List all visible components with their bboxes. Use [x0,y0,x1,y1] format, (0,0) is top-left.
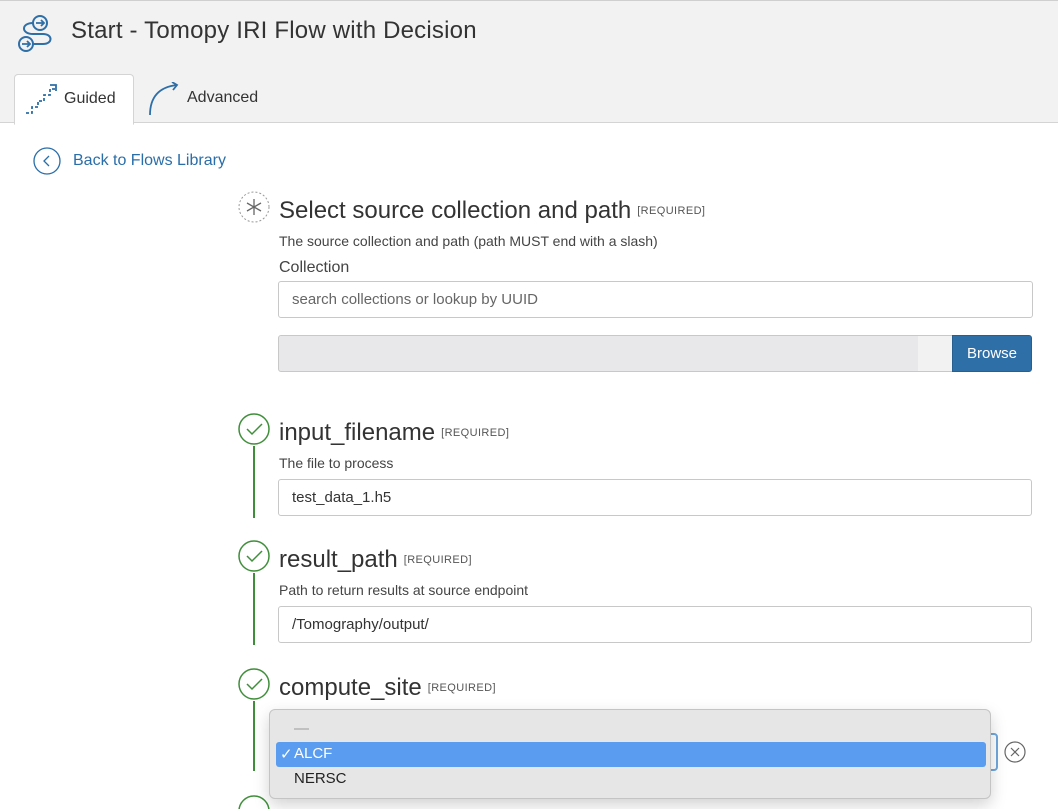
step-rail [253,446,255,518]
compute-site-dropdown: — ✓ ALCF NERSC [269,709,991,799]
path-spacer [918,335,952,372]
check-circle-icon [238,413,270,445]
dropdown-option-nersc[interactable]: NERSC [276,767,986,792]
step-title-compute-site: compute_site [REQUIRED] [279,674,496,701]
tab-advanced[interactable]: Advanced [140,74,280,124]
chevron-left-circle-icon [33,147,61,175]
step-title-input-filename: input_filename [REQUIRED] [279,419,510,446]
check-circle-icon [238,795,270,809]
result-path-field[interactable] [278,606,1032,643]
tab-guided[interactable]: Guided [14,74,134,125]
curve-arrow-icon [149,82,179,116]
browse-button[interactable]: Browse [952,335,1032,372]
collection-search-input[interactable] [278,281,1033,318]
back-link-label: Back to Flows Library [73,152,226,169]
check-circle-icon [238,540,270,572]
step-rail [253,701,255,771]
step-title-result-path: result_path [REQUIRED] [279,546,472,573]
collection-label: Collection [279,259,350,276]
check-mark-icon: ✓ [280,746,293,763]
required-tag: [REQUIRED] [403,554,472,566]
back-to-library-link[interactable]: Back to Flows Library [33,147,226,175]
dropdown-option-empty[interactable]: — [276,717,986,742]
required-tag: [REQUIRED] [441,427,510,439]
tab-guided-label: Guided [64,90,116,107]
flow-icon [18,15,52,52]
step-rail [253,573,255,645]
dropdown-option-alcf[interactable]: ✓ ALCF [276,742,986,767]
required-tag: [REQUIRED] [427,682,496,694]
input-filename-field[interactable] [278,479,1032,516]
step-description-result-path: Path to return results at source endpoin… [279,582,529,598]
asterisk-step-icon [238,191,270,223]
step-description-source: The source collection and path (path MUS… [279,233,658,249]
step-description-input-filename: The file to process [279,455,394,471]
top-bar: Start - Tomopy IRI Flow with Decision Gu… [0,0,1058,125]
step-title-source: Select source collection and path [REQUIR… [279,197,706,224]
stairs-icon [26,84,57,114]
path-field[interactable] [278,335,919,372]
check-circle-icon [238,668,270,700]
required-tag: [REQUIRED] [637,205,706,217]
page-title: Start - Tomopy IRI Flow with Decision [71,17,477,44]
clear-selection-icon[interactable] [1004,741,1026,763]
tab-advanced-label: Advanced [187,89,259,106]
